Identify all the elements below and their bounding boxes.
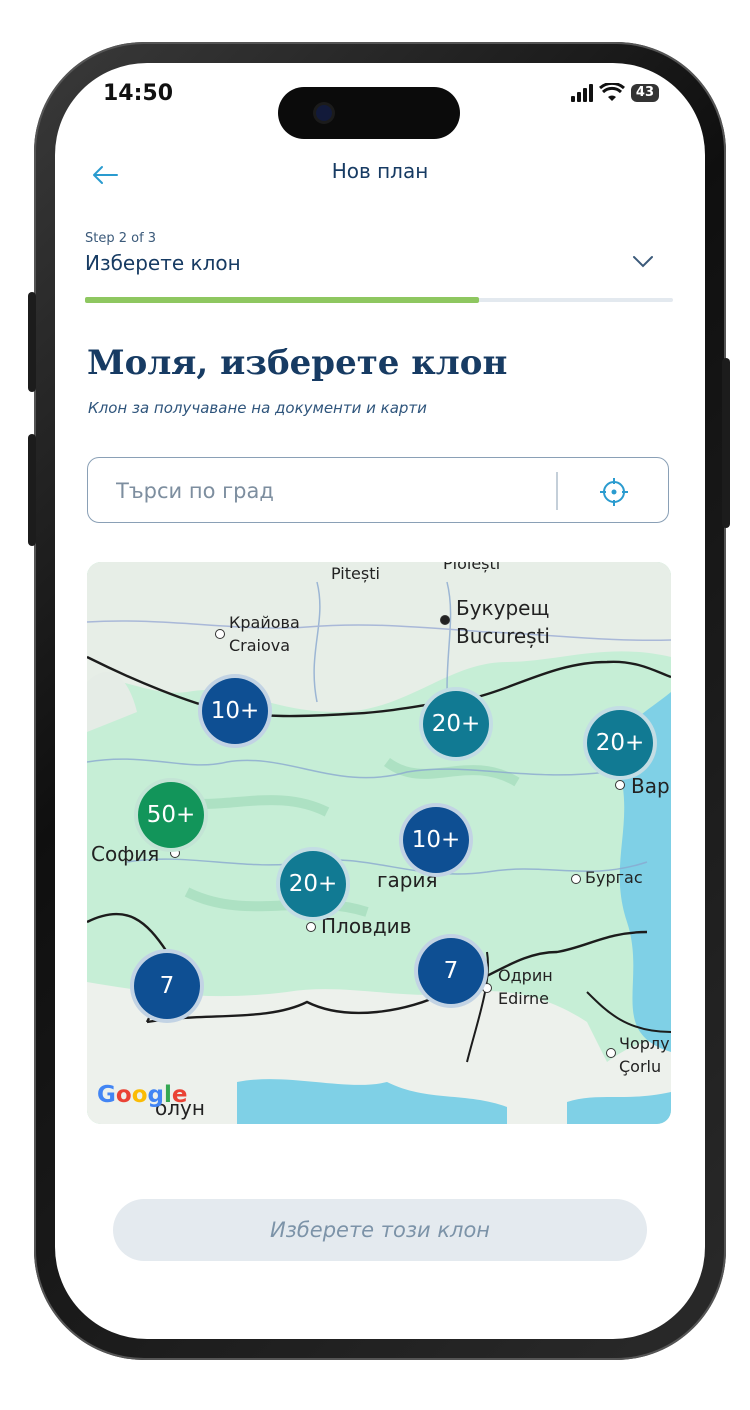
google-logo: Google [97, 1082, 188, 1108]
map-label: Craiova [229, 636, 291, 655]
branch-cluster[interactable]: 7 [414, 934, 488, 1008]
status-time: 14:50 [103, 81, 174, 106]
city-marker [571, 874, 581, 884]
branch-cluster[interactable]: 20+ [419, 687, 493, 761]
branch-cluster[interactable]: 10+ [399, 803, 473, 877]
map-label: Ploiești [443, 562, 501, 573]
map-label: Чорлу [619, 1034, 670, 1053]
main-heading: Моля, изберете клон [87, 343, 508, 383]
city-marker [606, 1048, 616, 1058]
map-label: Бургас [585, 868, 643, 887]
camera-icon [316, 105, 332, 121]
volume-down-button [28, 434, 36, 546]
map-label: Pitești [331, 564, 380, 583]
volume-up-button [28, 292, 36, 392]
capital-marker [440, 615, 450, 625]
progress-fill [85, 297, 479, 303]
map-label: Крайова [229, 613, 300, 632]
branch-cluster[interactable]: 10+ [198, 674, 272, 748]
map-label: Вар [631, 774, 670, 798]
map-label: Пловдив [321, 914, 412, 938]
battery-icon: 43 [630, 84, 659, 102]
top-bar: Нов план [55, 153, 705, 203]
subheading: Клон за получаване на документи и карти [88, 399, 427, 417]
map-label: Çorlu [619, 1057, 662, 1076]
map-label: София [91, 842, 160, 866]
status-icons: 43 [570, 83, 659, 103]
map-label: București [456, 624, 550, 648]
branch-map[interactable]: Pitești Ploiești Букурещ București Крайо… [87, 562, 671, 1124]
page-title: Нов план [331, 159, 429, 183]
chevron-down-icon[interactable] [631, 249, 655, 273]
locate-me-icon[interactable] [598, 476, 630, 508]
branch-cluster[interactable]: 20+ [583, 706, 657, 780]
select-branch-button[interactable]: Изберете този клон [113, 1199, 647, 1261]
city-marker [215, 629, 225, 639]
power-button [722, 358, 730, 528]
map-label: Edirne [498, 989, 549, 1008]
city-search-input[interactable] [114, 472, 528, 510]
progress-track [85, 297, 673, 303]
wifi-icon [598, 83, 625, 101]
step-counter: Step 2 of 3 [85, 231, 157, 246]
step-name: Изберете клон [85, 251, 241, 275]
app-screen: 14:50 43 Нов план Step 2 of 3 Изберете к… [55, 63, 705, 1339]
branch-cluster[interactable]: 7 [130, 949, 204, 1023]
map-label: Одрин [498, 966, 553, 985]
dynamic-island [278, 87, 460, 139]
branch-cluster[interactable]: 50+ [134, 778, 208, 852]
search-box [87, 457, 669, 523]
signal-icon [570, 84, 593, 102]
city-marker [615, 780, 625, 790]
city-marker [306, 922, 316, 932]
map-label: Букурещ [456, 596, 550, 620]
search-divider [556, 472, 558, 510]
branch-cluster[interactable]: 20+ [276, 847, 350, 921]
